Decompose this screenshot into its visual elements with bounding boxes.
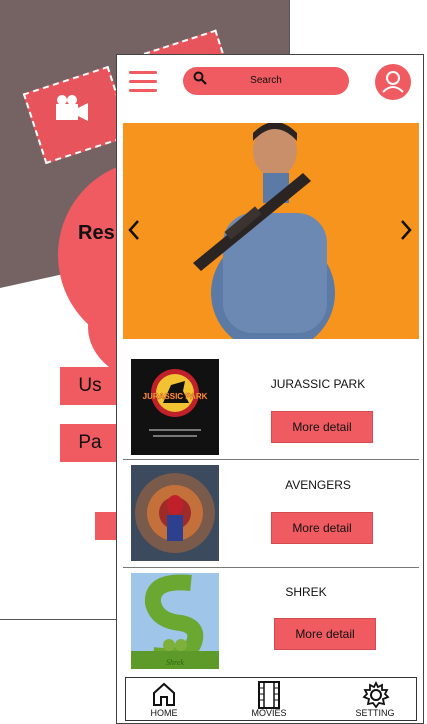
search-bar[interactable]: Search <box>183 67 349 95</box>
menu-icon[interactable] <box>129 71 157 93</box>
gear-icon <box>362 681 390 709</box>
top-bar: Search <box>117 55 423 117</box>
more-detail-button[interactable]: More detail <box>271 512 373 544</box>
banner-image <box>123 123 419 339</box>
nav-label: SETTING <box>355 708 395 718</box>
nav-label: HOME <box>150 708 178 718</box>
nav-movies[interactable]: MOVIES <box>239 678 299 720</box>
chevron-left-icon[interactable] <box>127 219 141 241</box>
divider <box>123 567 419 568</box>
movie-title: SHREK <box>285 585 327 599</box>
movie-title: AVENGERS <box>285 478 351 492</box>
background-button: Pa <box>60 424 120 462</box>
user-icon <box>382 71 404 93</box>
movie-title: JURASSIC PARK <box>270 377 366 391</box>
movie-poster[interactable]: Shrek <box>131 573 219 669</box>
movie-poster[interactable]: JURASSIC PARK <box>131 359 219 455</box>
home-icon <box>153 682 175 706</box>
movie-poster[interactable] <box>131 465 219 561</box>
poster-label: Shrek <box>166 658 184 667</box>
camera-icon <box>56 95 88 121</box>
more-detail-button[interactable]: More detail <box>274 618 376 650</box>
poster-label: JURASSIC PARK <box>143 392 208 401</box>
background-button: Us <box>60 367 120 405</box>
search-input[interactable]: Search <box>183 67 349 95</box>
bottom-nav: HOME MOVIES SETTING <box>125 677 417 721</box>
divider <box>123 459 419 460</box>
background-title: Res <box>78 222 115 244</box>
nav-home[interactable]: HOME <box>134 678 194 720</box>
movie-list-screen: Search JURASSIC PARK JURASSIC PARK More … <box>116 54 424 724</box>
nav-label: MOVIES <box>251 708 287 718</box>
more-detail-button[interactable]: More detail <box>271 411 373 443</box>
nav-setting[interactable]: SETTING <box>345 678 405 720</box>
chevron-right-icon[interactable] <box>399 219 413 241</box>
featured-banner[interactable] <box>123 123 419 339</box>
profile-button[interactable] <box>375 64 411 100</box>
film-icon <box>258 681 280 709</box>
